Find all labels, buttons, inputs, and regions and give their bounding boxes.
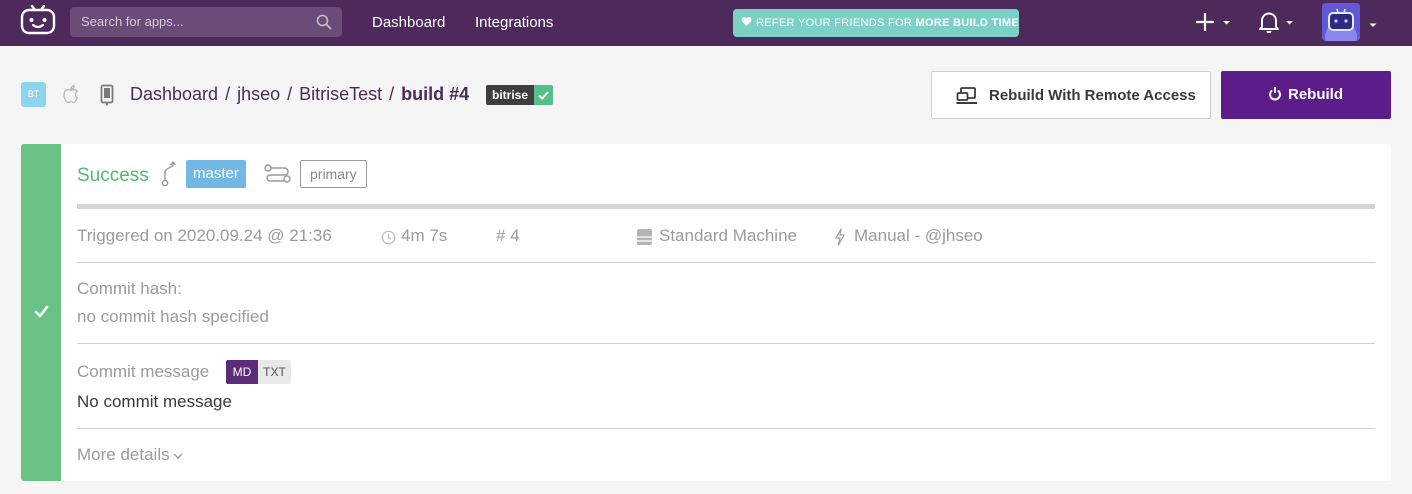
divider: [77, 262, 1375, 263]
build-progress-bar: [77, 204, 1375, 209]
divider: [77, 343, 1375, 344]
chevron-down-icon: [1368, 17, 1378, 35]
triggered-at: Triggered on 2020.09.24 @ 21:36: [77, 226, 332, 245]
workflow-icon: [264, 164, 292, 184]
rebuild-remote-access-button[interactable]: Rebuild With Remote Access: [931, 71, 1211, 119]
build-meta-row: Triggered on 2020.09.24 @ 21:36 4m 7s # …: [77, 226, 1375, 248]
refer-friends-banner[interactable]: REFER YOUR FRIENDS FOR MORE BUILD TIME: [733, 9, 1019, 37]
breadcrumb-org[interactable]: jhseo: [237, 84, 280, 105]
user-avatar-menu[interactable]: [1322, 3, 1380, 41]
breadcrumb-separator: /: [287, 84, 293, 104]
stack-tag: bitrise: [486, 85, 554, 105]
heart-icon: [741, 16, 752, 27]
refresh-icon: [1268, 86, 1282, 102]
apple-icon: [63, 84, 81, 104]
clock-icon: [381, 230, 396, 245]
refer-text: REFER YOUR FRIENDS FOR: [756, 17, 913, 29]
breadcrumb-separator: /: [225, 84, 231, 104]
build-number: # 4: [496, 226, 520, 245]
stack-tag-label: bitrise: [486, 85, 535, 105]
nav-integrations-link[interactable]: Integrations: [475, 14, 553, 31]
machine-icon: [637, 229, 652, 245]
breadcrumb: Dashboard / jhseo / BitriseTest / build #4: [130, 84, 469, 105]
more-details-label: More details: [77, 445, 170, 464]
add-menu-button[interactable]: [1194, 11, 1232, 33]
top-navbar: Search for apps... Dashboard Integration…: [0, 0, 1412, 46]
checkmark-icon: [534, 85, 554, 105]
success-check-icon: [34, 304, 49, 319]
breadcrumb-dashboard[interactable]: Dashboard: [130, 84, 218, 105]
nav-dashboard-link[interactable]: Dashboard: [372, 14, 445, 31]
page-title: build #4: [401, 84, 470, 104]
divider: [77, 428, 1375, 429]
bitrise-logo-icon[interactable]: [20, 4, 56, 35]
remote-access-icon: [956, 86, 978, 106]
commit-message-label: Commit message: [77, 362, 210, 381]
commit-hash-label: Commit hash:: [77, 279, 182, 298]
branch-tag[interactable]: master: [186, 160, 246, 188]
app-badge[interactable]: BT: [21, 82, 46, 107]
refer-highlight: MORE BUILD TIME: [915, 17, 1019, 29]
build-status: Success: [77, 165, 149, 186]
search-placeholder: Search for apps...: [81, 14, 184, 29]
git-branch-icon: [161, 160, 177, 187]
machine-type: Standard Machine: [659, 226, 797, 245]
format-txt-button[interactable]: TXT: [258, 360, 291, 384]
breadcrumb-app[interactable]: BitriseTest: [299, 84, 382, 105]
commit-message-value: No commit message: [77, 392, 232, 411]
chevron-down-icon: [173, 453, 183, 459]
avatar: [1322, 3, 1360, 41]
format-md-button[interactable]: MD: [226, 360, 258, 384]
build-summary-card: Success master primary Triggered on 2020…: [21, 144, 1391, 481]
status-strip: [21, 144, 61, 481]
rebuild-button[interactable]: Rebuild: [1221, 71, 1391, 119]
commit-hash-value: no commit hash specified: [77, 307, 269, 326]
commit-format-toggle: MD TXT: [226, 360, 291, 384]
notifications-bell-icon[interactable]: [1258, 11, 1298, 34]
more-details-toggle[interactable]: More details: [77, 445, 184, 465]
search-input[interactable]: Search for apps...: [70, 7, 342, 37]
search-icon[interactable]: [316, 14, 332, 30]
build-duration: 4m 7s: [401, 226, 448, 245]
workflow-tag[interactable]: primary: [300, 160, 367, 188]
rebuild-remote-access-label: Rebuild With Remote Access: [989, 87, 1196, 104]
rebuild-label: Rebuild: [1288, 86, 1343, 103]
breadcrumb-separator: /: [389, 84, 395, 104]
lightning-icon: [835, 228, 845, 246]
trigger-source: Manual - @jhseo: [854, 226, 983, 245]
android-device-icon: [100, 84, 114, 106]
